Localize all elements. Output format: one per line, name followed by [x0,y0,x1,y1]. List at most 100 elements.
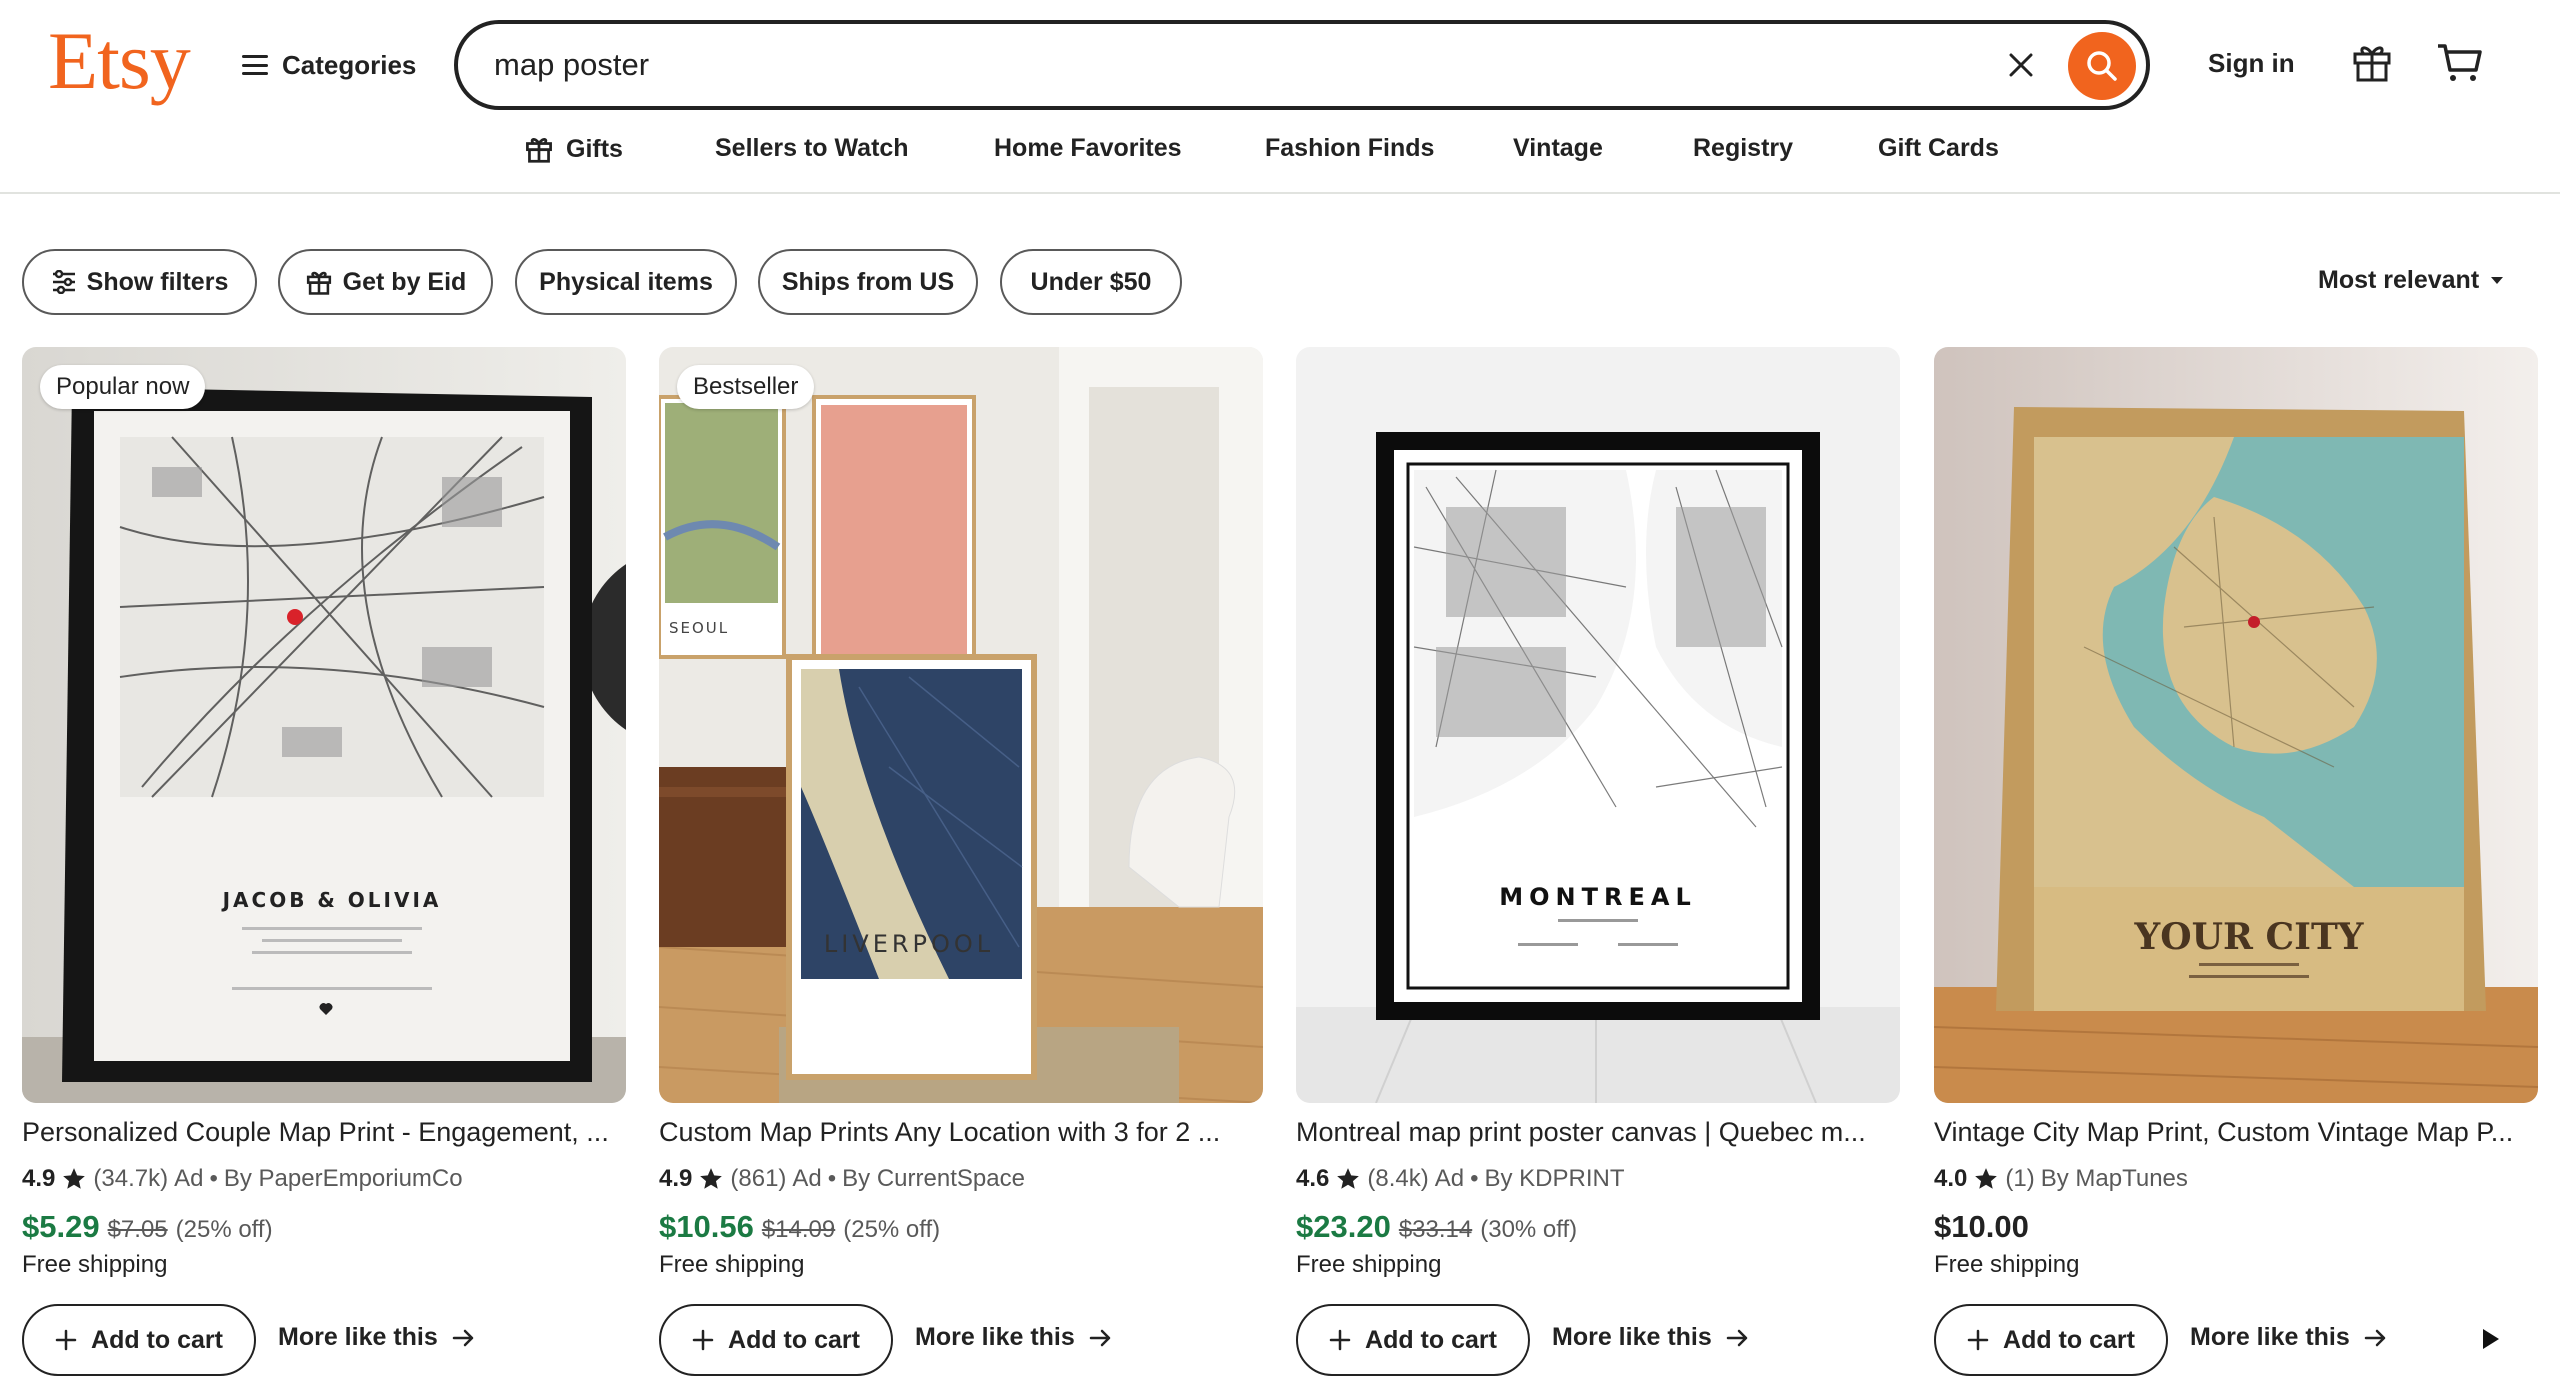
seller-name[interactable]: By PaperEmporiumCo [224,1165,463,1193]
review-count: (8.4k) [1367,1165,1429,1192]
more-like-this-link[interactable]: More like this [278,1323,476,1352]
more-like-this-link[interactable]: More like this [2190,1323,2388,1352]
product-title[interactable]: Custom Map Prints Any Location with 3 fo… [659,1117,1263,1148]
nav-item-fashion-finds[interactable]: Fashion Finds [1265,134,1434,163]
clear-search-button[interactable] [1998,42,2044,88]
rating-value: 4.9 [659,1165,693,1192]
nav-item-sellers-to-watch[interactable]: Sellers to Watch [715,134,909,163]
sale-price: $5.29 [22,1209,100,1244]
site-header: Etsy Categories Sign in [0,0,2560,194]
seller-name[interactable]: By MapTunes [2041,1165,2188,1193]
nav-item-registry[interactable]: Registry [1693,134,1793,163]
map-poster-image: SEOUL PARIS LIVERPOOL [659,347,1263,1103]
price: $10.00 [1934,1209,2029,1244]
shipping-info: Free shipping [1296,1251,1442,1278]
map-poster-image: JACOB & OLIVIA [22,347,626,1103]
caret-down-icon [2491,277,2504,284]
more-like-this-label: More like this [278,1323,438,1351]
under-50-chip[interactable]: Under $50 [1000,249,1182,315]
separator-dot: • [827,1165,837,1192]
product-meta: 4.6 (8.4k) Ad • By KDPRINT [1296,1165,1625,1193]
add-to-cart-label: Add to cart [1365,1325,1497,1354]
play-icon [2483,1329,2499,1349]
sale-price: $10.56 [659,1209,754,1244]
product-card[interactable]: JACOB & OLIVIA Popular now Personalized … [22,347,626,1387]
sort-dropdown[interactable]: Most relevant [2318,266,2504,295]
search-submit-button[interactable] [2068,32,2136,100]
product-card[interactable]: SEOUL PARIS LIVERPOOL Bestseller Custom … [659,347,1263,1387]
more-like-this-link[interactable]: More like this [1552,1323,1750,1352]
sale-price: $23.20 [1296,1209,1391,1244]
close-icon [2009,53,2033,77]
price-row: $10.00 [1934,1209,2029,1245]
product-card[interactable]: YOUR CITY Vintage City Map Print, Custom… [1934,347,2538,1387]
plus-icon [1967,1329,1989,1351]
seller-name[interactable]: By KDPRINT [1485,1165,1625,1193]
seller-name[interactable]: By CurrentSpace [842,1165,1025,1193]
price-row: $10.56 $14.09 (25% off) [659,1209,940,1245]
add-to-cart-button[interactable]: Add to cart [659,1304,893,1376]
arrow-right-icon [1089,1329,1111,1346]
arrow-right-icon [452,1329,474,1346]
ad-label: Ad [792,1165,822,1192]
shipping-info: Free shipping [659,1251,805,1278]
plus-icon [692,1329,714,1351]
nav-item-gifts[interactable]: Gifts [524,134,623,164]
poster-caption: LIVERPOOL [824,930,994,958]
more-like-this-link[interactable]: More like this [915,1323,1113,1352]
sign-in-link[interactable]: Sign in [2208,48,2295,79]
poster-caption: JACOB & OLIVIA [221,888,442,912]
gift-icon [306,271,331,295]
search-input[interactable] [494,35,1894,95]
nav-item-home-favorites[interactable]: Home Favorites [994,134,1182,163]
rating-value: 4.6 [1296,1165,1330,1192]
search-bar [454,20,2150,110]
get-by-eid-chip[interactable]: Get by Eid [278,249,493,315]
ad-label: Ad [174,1165,204,1192]
product-title[interactable]: Vintage City Map Print, Custom Vintage M… [1934,1117,2538,1148]
add-to-cart-label: Add to cart [728,1325,860,1354]
nav-item-vintage[interactable]: Vintage [1513,134,1603,163]
map-poster-image: MONTREAL [1296,347,1900,1103]
review-count: (1) [2005,1165,2035,1192]
nav-label: Gifts [566,134,623,163]
cart-icon[interactable] [2436,40,2484,84]
more-like-this-label: More like this [2190,1323,2350,1351]
menu-icon [242,55,268,75]
ships-from-us-chip[interactable]: Ships from US [758,249,978,315]
poster-caption: YOUR CITY [2134,916,2365,958]
physical-items-chip[interactable]: Physical items [515,249,737,315]
more-like-this-label: More like this [1552,1323,1712,1351]
original-price: $14.09 [761,1216,836,1243]
shipping-info: Free shipping [22,1251,168,1278]
plus-icon [1329,1329,1351,1351]
rating-value: 4.9 [22,1165,56,1192]
categories-button[interactable]: Categories [242,40,416,90]
play-video-button[interactable] [2464,1313,2516,1365]
product-image[interactable]: JACOB & OLIVIA [22,347,626,1103]
original-price: $33.14 [1398,1216,1473,1243]
discount-percent: (30% off) [1480,1216,1578,1243]
original-price: $7.05 [107,1216,168,1243]
discount-percent: (25% off) [175,1216,273,1243]
product-image[interactable]: SEOUL PARIS LIVERPOOL [659,347,1263,1103]
nav-item-gift-cards[interactable]: Gift Cards [1878,134,1999,163]
product-title[interactable]: Personalized Couple Map Print - Engageme… [22,1117,626,1148]
product-image[interactable]: YOUR CITY [1934,347,2538,1103]
add-to-cart-button[interactable]: Add to cart [22,1304,256,1376]
add-to-cart-button[interactable]: Add to cart [1934,1304,2168,1376]
product-meta: 4.9 (861) Ad • By CurrentSpace [659,1165,1025,1193]
map-poster-image: YOUR CITY [1934,347,2538,1103]
add-to-cart-button[interactable]: Add to cart [1296,1304,1530,1376]
more-like-this-label: More like this [915,1323,1075,1351]
gift-icon [526,138,552,163]
product-card[interactable]: MONTREAL Montreal map print poster canva… [1296,347,1900,1387]
arrow-right-icon [1726,1329,1748,1346]
poster-caption: MONTREAL [1499,883,1696,911]
gift-icon[interactable] [2350,40,2394,84]
product-title[interactable]: Montreal map print poster canvas | Quebe… [1296,1117,1900,1148]
etsy-logo[interactable]: Etsy [48,14,191,108]
product-image[interactable]: MONTREAL [1296,347,1900,1103]
star-icon [1337,1168,1360,1189]
show-filters-button[interactable]: Show filters [22,249,257,315]
